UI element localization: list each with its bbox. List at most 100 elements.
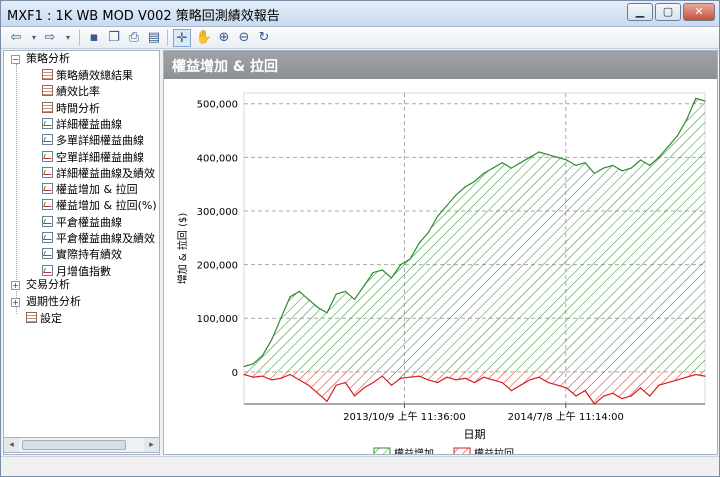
y-tick-label: 200,000 [197,261,238,272]
back-icon[interactable]: ⇦ [7,29,25,47]
tree-item-label: 權益增加 & 拉回(%) [56,199,157,213]
drawdown-point [326,400,328,402]
expand-trade-icon[interactable]: + [11,281,20,290]
runup-point [335,293,337,295]
tree-item-label: 績效比率 [56,85,100,99]
runup-point [529,156,531,158]
copy-icon[interactable]: ❐ [105,29,123,47]
drawdown-point [298,379,300,381]
drawdown-point [271,379,273,381]
equity-runup-drawdown-chart[interactable]: 0 100,000 200,000 300,000 400,000 500,000 2013… [164,79,717,454]
drawdown-point [261,375,264,377]
runup-point [464,186,466,188]
tree-item-label: 平倉權益曲線及績效 [56,232,155,245]
x-tick-label: 2014/7/8 上午 11:14:00 [508,410,624,423]
minimize-button[interactable]: ▁ [627,3,653,21]
drawdown-point [704,375,706,377]
scroll-thumb[interactable] [22,440,126,450]
table-icon [42,85,53,97]
runup-point [307,298,310,301]
runup-point [593,172,595,175]
zoom-in-icon[interactable]: ⊕ [215,29,233,47]
tree-node-trade[interactable]: 交易分析 [26,277,70,293]
drawdown-point [630,395,632,397]
runup-point [685,119,688,121]
collapse-strategy-icon[interactable]: − [11,55,20,64]
report-tree[interactable]: − 策略分析 策略績效總結果 績效比率時間分析 詳細權益曲線多單詳細權益曲線 空單詳細… [3,50,160,455]
y-axis-label: 增加 & 拉回 ($) [176,213,189,285]
tree-item[interactable]: 平倉權益曲線及績效 [42,231,155,247]
tree-item[interactable]: 多單詳細權益曲線 [42,133,144,149]
tree-item[interactable]: 績效比率 [42,84,100,100]
chart-icon [42,183,53,195]
y-tick-label: 400,000 [197,153,238,164]
drawdown-point [621,398,623,400]
title-bar[interactable]: MXF1 : 1K WB MOD V002 策略回測績效報告 ▁ ▢ ✕ [1,1,719,27]
tree-item[interactable]: 實際持有績效 [42,247,122,263]
tree-item[interactable]: 平倉權益曲線 [42,215,122,231]
x-tick-label: 2013/10/9 上午 11:36:00 [343,410,466,423]
save-icon[interactable]: ▪ [85,29,103,47]
runup-point [575,164,577,166]
scroll-right-icon[interactable]: ▸ [144,438,159,452]
forward-icon[interactable]: ⇨ [41,29,59,47]
drawdown-point [409,376,411,378]
tree-item[interactable]: 時間分析 [42,101,100,117]
runup-point [667,146,669,148]
zoom-out-icon[interactable]: ⊖ [235,29,253,47]
runup-point [437,215,439,217]
tree-item[interactable]: 權益增加 & 拉回(%) [42,198,157,214]
tree-item-label: 詳細權益曲線 [56,117,122,131]
maximize-button[interactable]: ▢ [655,3,681,21]
runup-point [289,296,291,298]
drawdown-point [446,376,448,378]
tree-item-label: 空單詳細權益曲線 [56,150,144,164]
drawdown-point [520,384,522,386]
drawdown-point [418,375,420,377]
drawdown-point [381,375,383,377]
runup-point [602,167,605,169]
toolbar-separator [79,30,80,46]
tree-item[interactable]: 空單詳細權益曲線 [42,150,144,166]
tree-item-label: 多單詳細權益曲線 [56,134,144,148]
close-button[interactable]: ✕ [683,3,715,21]
pan-hand-icon[interactable]: ✋ [195,29,213,47]
tree-node-settings[interactable]: 設定 [26,311,62,327]
tree-item[interactable]: 權益增加 & 拉回 [42,182,138,198]
scroll-left-icon[interactable]: ◂ [4,438,19,452]
tree-horizontal-scrollbar[interactable]: ◂ ▸ [3,437,160,453]
panel-header: 權益增加 & 拉回 [164,51,717,79]
y-tick-label: 300,000 [197,207,238,218]
runup-point [538,151,540,153]
tree-item-label: 月增值指數 [56,264,111,278]
tree-item[interactable]: 詳細權益曲線及績效 [42,166,155,182]
tree-item-label: 實際持有績效 [56,248,122,262]
runup-point [649,164,651,166]
tree-item[interactable]: 詳細權益曲線 [42,117,122,133]
tree-node-period[interactable]: 週期性分析 [26,294,81,310]
drawdown-point [307,384,310,386]
runup-point [455,194,457,196]
runup-point [372,272,374,274]
runup-point [584,162,586,164]
reset-icon[interactable]: ↻ [255,29,273,47]
runup-point [409,258,411,260]
forward-dropdown-icon[interactable]: ▾ [59,29,77,47]
drawdown-point [575,395,577,397]
print-icon[interactable]: ⎙ [125,29,143,47]
table-icon [42,69,53,80]
runup-point [520,162,522,164]
pointer-icon[interactable]: ✛ [173,29,191,47]
tree-node-settings-label: 設定 [40,312,62,325]
table-icon[interactable]: ▤ [145,29,163,47]
tree-node-strategy[interactable]: 策略分析 [26,51,70,67]
toolbar-separator [167,30,168,46]
runup-point [298,290,300,292]
drawdown-point [667,381,669,384]
panel-title: 權益增加 & 拉回 [172,59,278,75]
expand-period-icon[interactable]: + [11,298,20,307]
toolbar: ⇦ ▾ ⇨ ▾ ▪ ❐ ⎙ ▤ ✛ ✋ ⊕ ⊖ ↻ [1,27,719,49]
tree-item[interactable]: 策略績效總結果 [42,68,133,84]
y-tick-label: 100,000 [197,314,238,325]
drawdown-point [427,379,429,381]
